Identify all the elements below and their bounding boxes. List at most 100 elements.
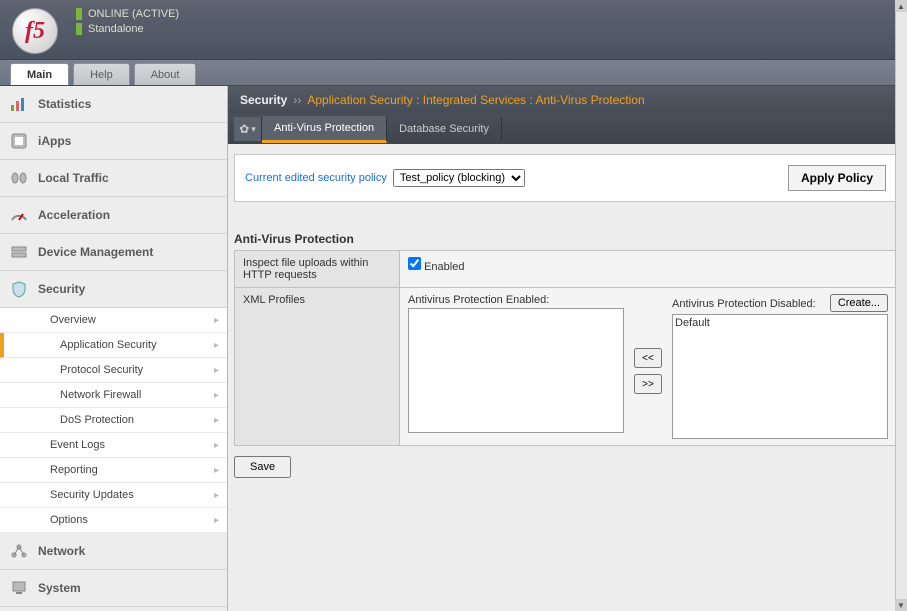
chevron-right-icon: ▸ — [214, 415, 219, 426]
chevron-right-icon: ▸ — [214, 440, 219, 451]
xml-label: XML Profiles — [235, 288, 400, 446]
status-indicator-icon — [76, 23, 82, 35]
subnav-reporting[interactable]: Reporting ▸ — [0, 458, 227, 483]
sidebar: Statistics iApps Local Traffic Accelerat… — [0, 86, 228, 611]
apply-policy-button[interactable]: Apply Policy — [788, 165, 886, 191]
subnav-reporting-label: Reporting — [50, 464, 98, 476]
nav-device-management-label: Device Management — [38, 245, 153, 259]
status-block: ONLINE (ACTIVE) Standalone — [76, 8, 179, 38]
scroll-up-icon[interactable]: ▲ — [895, 0, 907, 12]
subnav-dos-protection[interactable]: DoS Protection▸ — [0, 408, 227, 433]
iapps-icon — [10, 132, 28, 150]
nav-statistics[interactable]: Statistics — [0, 86, 227, 123]
subnav-overview[interactable]: Overview ▸ — [0, 308, 227, 333]
subnav-event-logs[interactable]: Event Logs ▸ — [0, 433, 227, 458]
chevron-right-icon: ▸ — [214, 365, 219, 376]
nav-device-management[interactable]: Device Management — [0, 234, 227, 271]
nav-local-traffic[interactable]: Local Traffic — [0, 160, 227, 197]
tab-main[interactable]: Main — [10, 63, 69, 85]
traffic-icon — [10, 169, 28, 187]
status-online-text: ONLINE (ACTIVE) — [88, 8, 179, 20]
breadcrumb-path: Application Security : Integrated Servic… — [307, 93, 644, 107]
nav-system-label: System — [38, 581, 81, 595]
chevron-right-icon: ▸ — [214, 490, 219, 501]
shield-icon — [10, 280, 28, 298]
chevron-right-icon: ▸ — [214, 315, 219, 326]
table-row-xml: XML Profiles Antivirus Protection Enable… — [235, 288, 897, 446]
status-indicator-icon — [76, 8, 82, 20]
nav-network-label: Network — [38, 544, 85, 558]
f5-logo: f5 — [12, 8, 58, 54]
enabled-checkbox[interactable] — [408, 257, 421, 270]
move-left-button[interactable]: << — [634, 348, 662, 368]
nav-network[interactable]: Network — [0, 533, 227, 570]
security-subnav: Overview ▸ Application Security▸ Protocol… — [0, 308, 227, 533]
subnav-net-fw-label: Network Firewall — [60, 389, 141, 401]
chevron-right-icon: ▸ — [214, 390, 219, 401]
scrollbar[interactable]: ▲ ▼ — [895, 0, 907, 611]
settings-gear-tab[interactable]: ✿▾ — [234, 117, 262, 141]
xml-value-cell: Antivirus Protection Enabled: << >> Anti… — [400, 288, 897, 446]
sub-tab-row: ✿▾ Anti-Virus Protection Database Securi… — [228, 114, 907, 144]
subtab-antivirus[interactable]: Anti-Virus Protection — [262, 116, 387, 143]
enabled-col-label: Antivirus Protection Enabled: — [408, 294, 624, 306]
chevron-right-icon: ▸ — [214, 515, 219, 526]
main-tab-row: Main Help About — [0, 60, 907, 86]
nav-system[interactable]: System — [0, 570, 227, 607]
disabled-listbox[interactable]: Default — [672, 314, 888, 439]
subnav-proto-sec-label: Protocol Security — [60, 364, 143, 376]
scroll-down-icon[interactable]: ▼ — [895, 599, 907, 611]
gear-icon: ✿ — [239, 122, 249, 136]
transfer-buttons: << >> — [634, 294, 662, 394]
nav-iapps[interactable]: iApps — [0, 123, 227, 160]
subnav-options[interactable]: Options▸ — [0, 508, 227, 533]
breadcrumb: Security ›› Application Security : Integ… — [228, 86, 907, 114]
tab-help[interactable]: Help — [73, 63, 130, 85]
nav-iapps-label: iApps — [38, 134, 71, 148]
status-mode-text: Standalone — [88, 23, 144, 35]
enabled-listbox[interactable] — [408, 308, 624, 433]
subnav-application-security[interactable]: Application Security▸ — [0, 333, 227, 358]
chevron-right-icon: ▸ — [214, 465, 219, 476]
breadcrumb-root: Security — [240, 93, 287, 107]
nav-acceleration-label: Acceleration — [38, 208, 110, 222]
policy-bar: Current edited security policy Test_poli… — [234, 154, 897, 202]
subnav-sec-updates-label: Security Updates — [50, 489, 134, 501]
dual-list: Antivirus Protection Enabled: << >> Anti… — [408, 294, 888, 439]
inspect-label: Inspect file uploads within HTTP request… — [235, 251, 400, 288]
save-button[interactable]: Save — [234, 456, 291, 478]
dropdown-caret-icon: ▾ — [251, 124, 256, 135]
enabled-checkbox-label[interactable]: Enabled — [408, 261, 464, 273]
move-right-button[interactable]: >> — [634, 374, 662, 394]
subnav-network-firewall[interactable]: Network Firewall ▸ — [0, 383, 227, 408]
list-item[interactable]: Default — [675, 317, 885, 329]
policy-select[interactable]: Test_policy (blocking) — [393, 169, 525, 187]
inspect-value-cell: Enabled — [400, 251, 897, 288]
create-button[interactable]: Create... — [830, 294, 888, 312]
section-title: Anti-Virus Protection — [234, 232, 907, 246]
status-online: ONLINE (ACTIVE) — [76, 8, 179, 20]
top-status-bar: f5 ONLINE (ACTIVE) Standalone — [0, 0, 907, 60]
nav-statistics-label: Statistics — [38, 97, 91, 111]
config-table: Inspect file uploads within HTTP request… — [234, 250, 897, 446]
enabled-text: Enabled — [424, 261, 464, 273]
content-area: Security ›› Application Security : Integ… — [228, 86, 907, 611]
subnav-security-updates[interactable]: Security Updates ▸ — [0, 483, 227, 508]
subnav-event-logs-label: Event Logs — [50, 439, 105, 451]
nav-security-label: Security — [38, 282, 85, 296]
nav-acceleration[interactable]: Acceleration — [0, 197, 227, 234]
subtab-database-security[interactable]: Database Security — [387, 117, 502, 141]
chevron-right-icon: ▸ — [214, 340, 219, 351]
tab-about[interactable]: About — [134, 63, 197, 85]
breadcrumb-sep: ›› — [293, 93, 301, 107]
subnav-overview-label: Overview — [50, 314, 96, 326]
device-icon — [10, 243, 28, 261]
disabled-col-label: Antivirus Protection Disabled: — [672, 298, 816, 310]
system-icon — [10, 579, 28, 597]
nav-local-traffic-label: Local Traffic — [38, 171, 109, 185]
stats-icon — [10, 95, 28, 113]
subnav-protocol-security[interactable]: Protocol Security ▸ — [0, 358, 227, 383]
nav-security[interactable]: Security — [0, 271, 227, 308]
table-row-inspect: Inspect file uploads within HTTP request… — [235, 251, 897, 288]
accel-icon — [10, 206, 28, 224]
